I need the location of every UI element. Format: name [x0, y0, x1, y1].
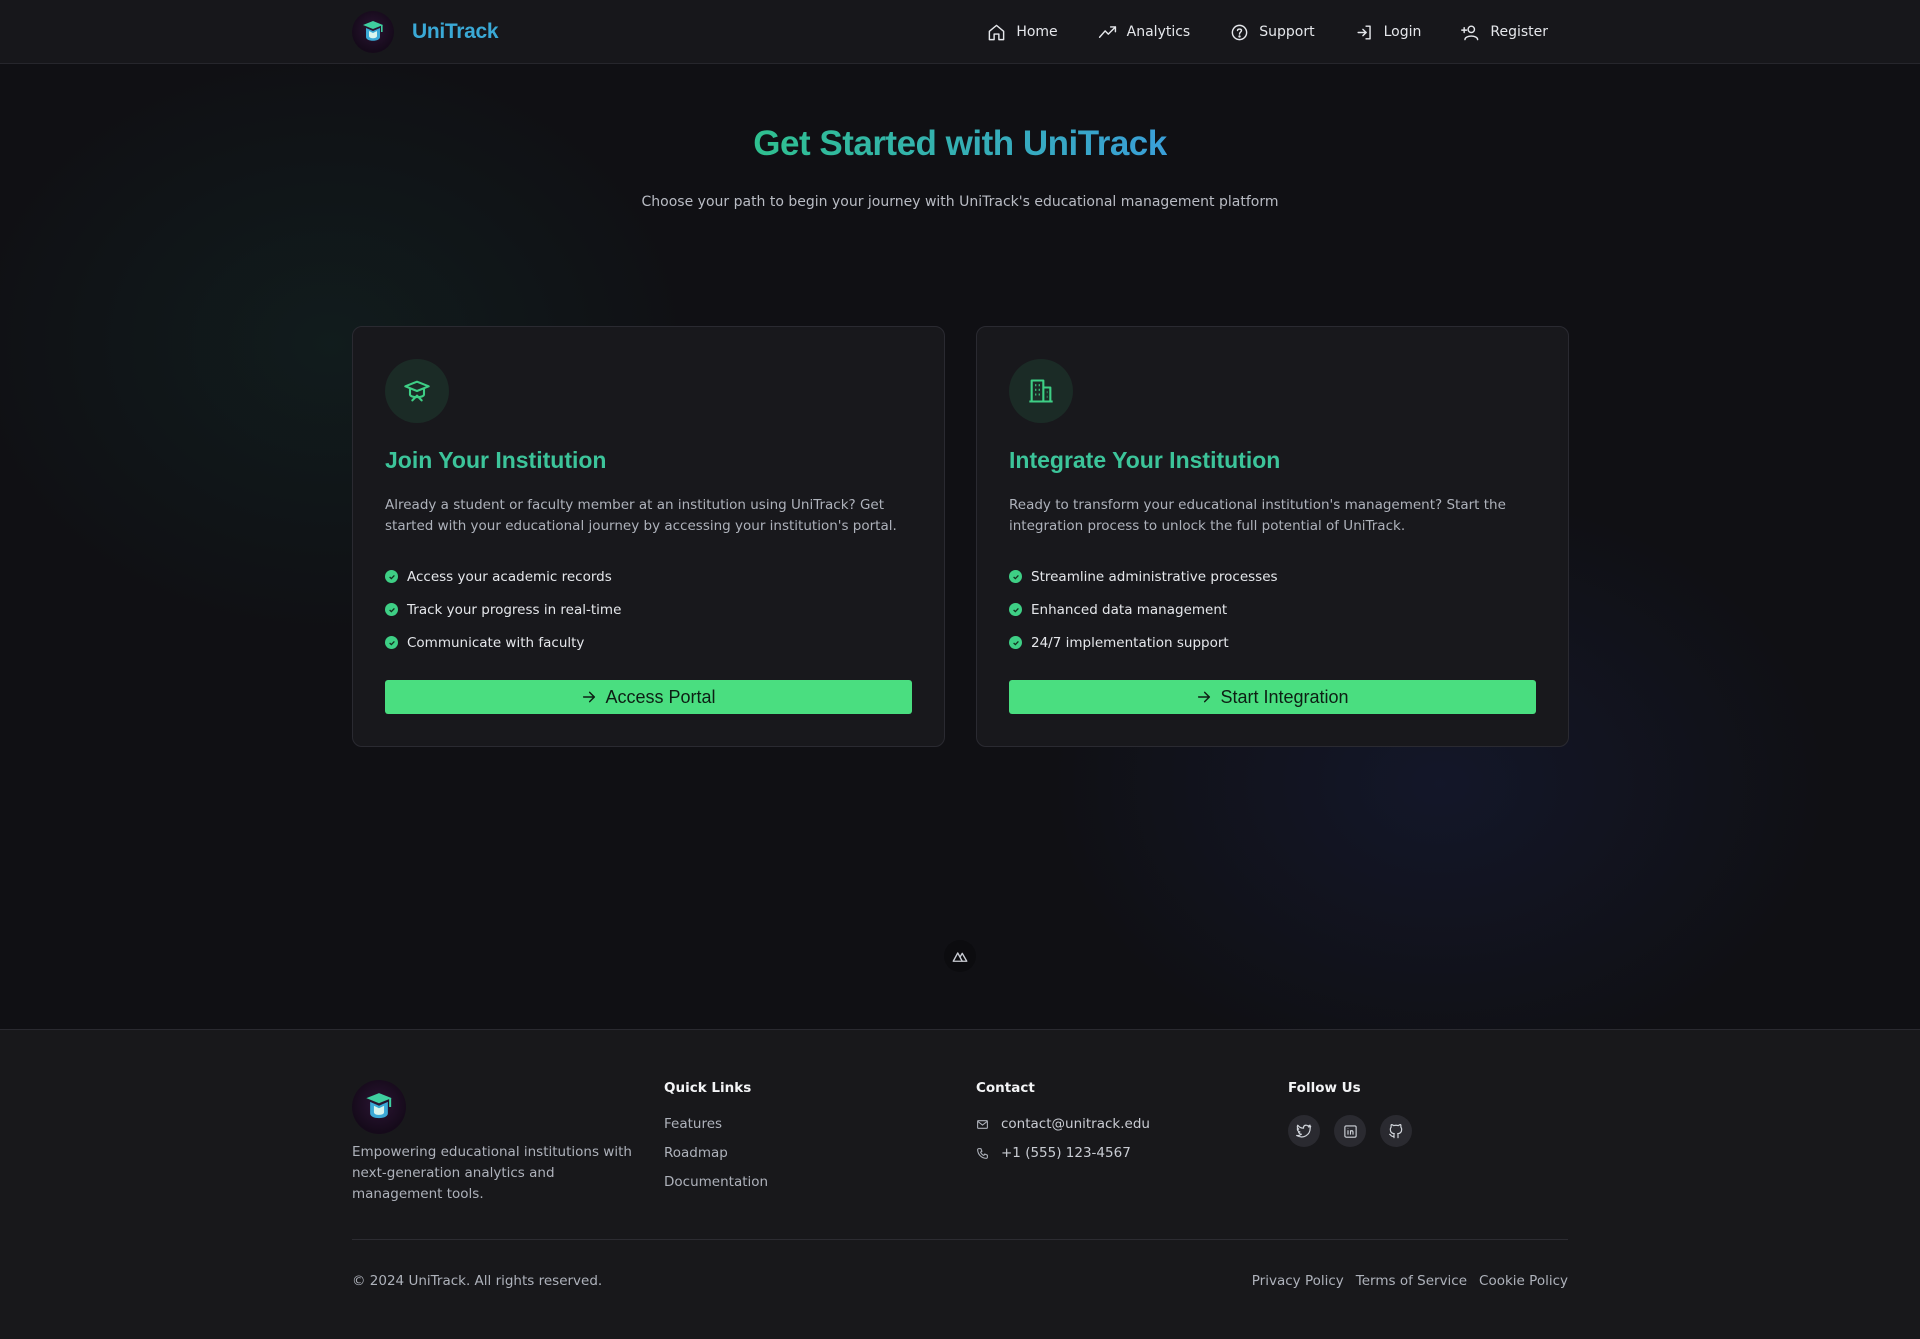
copyright: © 2024 UniTrack. All rights reserved. — [352, 1273, 603, 1289]
feature-item: Track your progress in real-time — [385, 593, 621, 626]
feature-label: Enhanced data management — [1031, 601, 1228, 618]
login-icon — [1357, 24, 1371, 40]
check-icon — [385, 636, 398, 649]
feature-label: Streamline administrative processes — [1031, 568, 1278, 585]
nav-support-label: Support — [1259, 24, 1315, 40]
feature-label: Track your progress in real-time — [407, 601, 622, 618]
cookie-policy-link[interactable]: Cookie Policy — [1479, 1273, 1568, 1289]
start-integration-label: Start Integration — [1220, 686, 1349, 707]
card-title: Join Your Institution — [385, 447, 607, 473]
top-navbar: UniTrack Home Analytics Support Login Re… — [0, 0, 1920, 64]
nav-home-label: Home — [1016, 24, 1058, 40]
site-footer: Empowering educational institutions with… — [0, 1029, 1920, 1339]
integrate-institution-card: Integrate Your Institution Ready to tran… — [976, 326, 1569, 747]
page-subtitle: Choose your path to begin your journey w… — [641, 194, 1279, 210]
building-icon — [1029, 379, 1053, 403]
nav-register[interactable]: Register — [1461, 23, 1548, 42]
footer-link-documentation[interactable]: Documentation — [664, 1174, 768, 1203]
feature-item: 24/7 implementation support — [1009, 626, 1278, 659]
arrow-right-icon — [583, 691, 596, 703]
page-title-text: Get Started with UniTrack — [753, 124, 1167, 163]
footer-divider — [352, 1239, 1568, 1240]
access-portal-button[interactable]: Access Portal — [385, 680, 912, 714]
access-portal-label: Access Portal — [605, 686, 716, 707]
help-circle-icon — [1231, 24, 1248, 40]
main-nav: Home Analytics Support Login Register — [987, 0, 1548, 64]
feature-list: Access your academic records Track your … — [385, 560, 621, 659]
terms-of-service-link[interactable]: Terms of Service — [1356, 1273, 1467, 1289]
arrow-right-icon — [1198, 691, 1211, 703]
feature-item: Communicate with faculty — [385, 626, 621, 659]
linkedin-link[interactable] — [1334, 1115, 1366, 1147]
footer-tagline: Empowering educational institutions with… — [352, 1144, 632, 1202]
feature-label: Communicate with faculty — [407, 634, 585, 651]
check-icon — [1009, 636, 1022, 649]
card-description: Ready to transform your educational inst… — [1009, 497, 1506, 534]
github-link[interactable] — [1380, 1115, 1412, 1147]
github-icon — [1389, 1124, 1403, 1139]
page-title: Get Started with UniTrack — [0, 124, 1920, 164]
nav-home[interactable]: Home — [987, 23, 1058, 42]
quick-links-title: Quick Links — [664, 1080, 752, 1096]
check-icon — [385, 570, 398, 583]
start-integration-button[interactable]: Start Integration — [1009, 680, 1536, 714]
card-icon-badge — [385, 359, 449, 423]
mail-icon — [977, 1119, 988, 1129]
contact-email[interactable]: contact@unitrack.edu — [976, 1116, 1150, 1132]
contact-phone-text: +1 (555) 123-4567 — [1001, 1145, 1131, 1161]
feature-item: Enhanced data management — [1009, 593, 1278, 626]
nav-register-label: Register — [1490, 24, 1548, 40]
analytics-icon — [1098, 25, 1116, 38]
footer-logo[interactable] — [352, 1080, 406, 1134]
phone-icon — [977, 1147, 988, 1159]
contact-phone[interactable]: +1 (555) 123-4567 — [976, 1145, 1131, 1161]
check-icon — [385, 603, 398, 616]
footer-link-roadmap[interactable]: Roadmap — [664, 1145, 768, 1174]
nav-support[interactable]: Support — [1230, 23, 1315, 42]
legal-links: Privacy Policy Terms of Service Cookie P… — [1252, 1273, 1568, 1289]
quick-links-list: Features Roadmap Documentation — [664, 1116, 768, 1203]
feature-item: Streamline administrative processes — [1009, 560, 1278, 593]
brand[interactable]: UniTrack — [352, 11, 499, 53]
twitter-icon — [1296, 1124, 1312, 1138]
card-title: Integrate Your Institution — [1009, 447, 1281, 473]
footer-link-features[interactable]: Features — [664, 1116, 768, 1145]
home-icon — [988, 24, 1005, 40]
feature-label: 24/7 implementation support — [1031, 634, 1229, 651]
brand-name: UniTrack — [412, 20, 499, 43]
nav-analytics-label: Analytics — [1126, 24, 1191, 40]
graduation-cap-icon — [404, 380, 430, 402]
card-description: Already a student or faculty member at a… — [385, 497, 897, 534]
contact-title: Contact — [976, 1080, 1035, 1096]
feature-label: Access your academic records — [407, 568, 612, 585]
feature-list: Streamline administrative processes Enha… — [1009, 560, 1278, 659]
nuxt-devtools-icon[interactable] — [944, 940, 976, 972]
twitter-link[interactable] — [1288, 1115, 1320, 1147]
follow-us-title: Follow Us — [1288, 1080, 1361, 1096]
privacy-policy-link[interactable]: Privacy Policy — [1252, 1273, 1344, 1289]
social-links — [1288, 1115, 1412, 1147]
check-icon — [1009, 570, 1022, 583]
feature-item: Access your academic records — [385, 560, 621, 593]
unitrack-logo — [352, 11, 394, 53]
contact-email-text: contact@unitrack.edu — [1001, 1116, 1150, 1132]
card-icon-badge — [1009, 359, 1073, 423]
join-institution-card: Join Your Institution Already a student … — [352, 326, 945, 747]
nav-login-label: Login — [1383, 24, 1422, 40]
user-plus-icon — [1461, 24, 1479, 40]
check-icon — [1009, 603, 1022, 616]
linkedin-icon — [1343, 1124, 1357, 1138]
nav-login[interactable]: Login — [1355, 23, 1422, 42]
nav-analytics[interactable]: Analytics — [1098, 23, 1191, 42]
